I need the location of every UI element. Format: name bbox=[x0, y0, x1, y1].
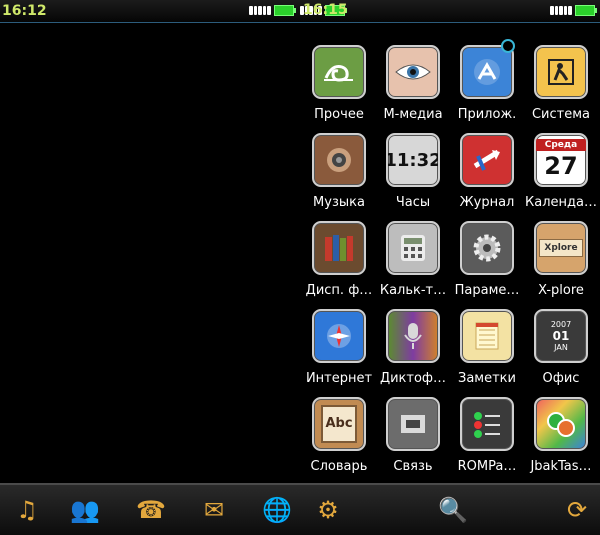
signal-icon bbox=[550, 6, 572, 15]
status-icons-left bbox=[249, 5, 296, 16]
calendar-day-text: Среда bbox=[536, 139, 586, 151]
worker-sign-icon bbox=[534, 45, 588, 99]
calendar-date-text: 27 bbox=[544, 152, 578, 180]
app-calendar[interactable]: Среда 27 Календа… bbox=[522, 133, 600, 210]
app-disp-f[interactable]: Дисп. ф… bbox=[300, 221, 378, 298]
app-label: Часы bbox=[395, 195, 431, 210]
switches-icon bbox=[460, 397, 514, 451]
dictionary-icon: Abc bbox=[312, 397, 366, 451]
refresh-icon[interactable]: ⟳ bbox=[560, 493, 594, 527]
app-label: Журнал bbox=[459, 195, 515, 210]
status-time-right: 16:15 bbox=[303, 2, 348, 18]
search-icon[interactable]: 🔍 bbox=[436, 493, 470, 527]
app-rompatcher[interactable]: ROMPa… bbox=[448, 397, 526, 474]
file-box-icon: Xplore bbox=[534, 221, 588, 275]
snail-icon bbox=[312, 45, 366, 99]
app-store-icon bbox=[460, 45, 514, 99]
app-kalkulyator[interactable]: Кальк-т… bbox=[374, 221, 452, 298]
app-slovar[interactable]: Abc Словарь bbox=[300, 397, 378, 474]
app-label: Прочее bbox=[314, 107, 364, 122]
app-label: Офис bbox=[542, 371, 580, 386]
app-label: Диктоф… bbox=[379, 371, 447, 386]
status-icons-right bbox=[550, 5, 597, 16]
phone-icon[interactable]: ☎ bbox=[134, 493, 168, 527]
app-muzyka[interactable]: Музыка bbox=[300, 133, 378, 210]
app-label: Интернет bbox=[305, 371, 373, 386]
books-icon bbox=[312, 221, 366, 275]
gear-icon bbox=[460, 221, 514, 275]
app-label: Кальк-т… bbox=[379, 283, 447, 298]
app-label: Параме… bbox=[454, 283, 520, 298]
speaker-icon bbox=[312, 133, 366, 187]
app-label: Заметки bbox=[458, 371, 516, 386]
calendar-icon: Среда 27 bbox=[534, 133, 588, 187]
xplore-box-label: Xplore bbox=[539, 239, 583, 257]
flip-clock-icon: 11:32 bbox=[386, 133, 440, 187]
app-chasy[interactable]: 11:32 Часы bbox=[374, 133, 452, 210]
app-label: Система bbox=[531, 107, 591, 122]
app-label: X-plore bbox=[538, 283, 584, 298]
network-icon bbox=[386, 397, 440, 451]
battery-icon bbox=[575, 5, 597, 16]
app-jbaktaskman[interactable]: JbakTas… bbox=[522, 397, 600, 474]
office-calendar-icon: 2007 01 JAN bbox=[534, 309, 588, 363]
notification-badge bbox=[501, 39, 515, 53]
dictionary-text: Abc bbox=[321, 405, 357, 443]
calculator-icon bbox=[386, 221, 440, 275]
bottom-dock: ♫ 👥 ☎ ✉ 🌐 ⚙ 🔍 ⟳ bbox=[0, 483, 600, 535]
app-x-plore[interactable]: Xplore X-plore bbox=[522, 221, 600, 298]
app-label: JbakTas… bbox=[530, 459, 592, 474]
app-label: Связь bbox=[393, 459, 433, 474]
music-note-icon[interactable]: ♫ bbox=[10, 493, 44, 527]
office-day-text: 01 bbox=[552, 329, 570, 343]
app-label: Словарь bbox=[310, 459, 368, 474]
app-label: Музыка bbox=[313, 195, 365, 210]
app-prilozh[interactable]: Прилож. bbox=[448, 39, 526, 122]
app-parametry[interactable]: Параме… bbox=[448, 221, 526, 298]
app-label: ROMPa… bbox=[457, 459, 517, 474]
clock-time-text: 11:32 bbox=[386, 149, 440, 171]
app-prochee[interactable]: Прочее bbox=[300, 45, 378, 122]
app-zhurnal[interactable]: Журнал bbox=[448, 133, 526, 210]
app-sistema[interactable]: Система bbox=[522, 45, 600, 122]
app-zametki[interactable]: Заметки bbox=[448, 309, 526, 386]
battery-icon bbox=[274, 5, 296, 16]
status-bar-right: 16:15 bbox=[300, 0, 600, 23]
globe-icon[interactable]: 🌐 bbox=[260, 493, 294, 527]
compass-icon bbox=[312, 309, 366, 363]
app-ofis[interactable]: 2007 01 JAN Офис bbox=[522, 309, 600, 386]
gears-color-icon bbox=[534, 397, 588, 451]
app-internet[interactable]: Интернет bbox=[300, 309, 378, 386]
mail-icon[interactable]: ✉ bbox=[197, 493, 231, 527]
office-month-text: JAN bbox=[554, 343, 568, 352]
app-label: Дисп. ф… bbox=[305, 283, 373, 298]
status-time-left: 16:12 bbox=[2, 3, 47, 19]
app-diktofon[interactable]: Диктоф… bbox=[374, 309, 452, 386]
notepad-icon bbox=[460, 309, 514, 363]
eye-icon bbox=[386, 45, 440, 99]
app-m-media[interactable]: М-медиа bbox=[374, 45, 452, 122]
app-svyaz[interactable]: Связь bbox=[374, 397, 452, 474]
apps-icon[interactable]: ⚙ bbox=[311, 493, 345, 527]
call-log-icon bbox=[460, 133, 514, 187]
app-label: Календа… bbox=[525, 195, 597, 210]
contacts-icon[interactable]: 👥 bbox=[68, 493, 102, 527]
microphone-icon bbox=[386, 309, 440, 363]
office-year-text: 2007 bbox=[550, 320, 572, 329]
app-label: М-медиа bbox=[383, 107, 443, 122]
signal-icon bbox=[249, 6, 271, 15]
status-bar-left: 16:12 bbox=[0, 0, 300, 23]
app-label: Прилож. bbox=[457, 107, 517, 122]
